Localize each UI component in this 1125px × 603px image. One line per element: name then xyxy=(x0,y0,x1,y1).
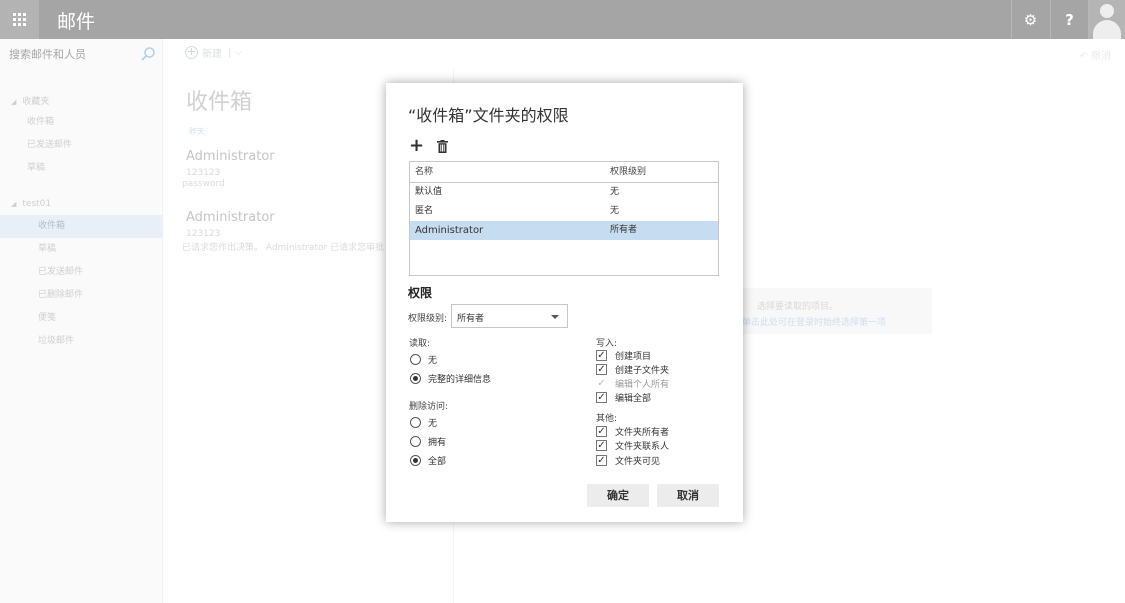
checkmark-icon: ✓ xyxy=(596,440,607,451)
table-row[interactable]: 匿名 无 xyxy=(410,202,718,221)
checkmark-icon: ✓ xyxy=(596,350,607,361)
cancel-button[interactable]: 取消 xyxy=(657,484,719,507)
permission-level-value: 所有者 xyxy=(457,314,485,324)
row-level: 无 xyxy=(610,187,620,197)
edit-own-checkbox[interactable]: ✓ 编辑个人所有 xyxy=(596,377,669,390)
edit-all-checkbox[interactable]: ✓ 编辑全部 xyxy=(596,391,651,404)
read-full-radio[interactable]: 完整的详细信息 xyxy=(410,372,491,385)
column-header-name[interactable]: 名称 xyxy=(410,162,610,182)
delete-none-radio[interactable]: 无 xyxy=(410,416,437,429)
dialog-title: “收件箱”文件夹的权限 xyxy=(408,106,569,125)
read-label: 读取: xyxy=(409,339,431,349)
user-icon xyxy=(1100,4,1114,18)
settings-button[interactable]: ⚙ xyxy=(1012,0,1049,39)
permission-level-select[interactable]: 所有者 xyxy=(451,304,568,328)
read-none-radio[interactable]: 无 xyxy=(410,353,437,366)
avatar[interactable] xyxy=(1089,0,1125,39)
create-items-checkbox[interactable]: ✓ 创建项目 xyxy=(596,349,651,362)
row-name: Administrator xyxy=(415,225,484,236)
checkmark-icon: ✓ xyxy=(596,364,607,375)
app-launcher-button[interactable] xyxy=(0,0,39,39)
gear-icon: ⚙ xyxy=(1023,10,1038,29)
checkmark-icon: ✓ xyxy=(596,392,607,403)
add-icon[interactable]: + xyxy=(409,137,424,155)
permission-level-label: 权限级别: xyxy=(408,314,448,324)
waffle-icon xyxy=(13,13,26,26)
table-row[interactable]: Administrator 所有者 xyxy=(410,221,718,240)
column-header-level[interactable]: 权限级别 xyxy=(610,162,646,182)
row-name: 匿名 xyxy=(415,206,434,216)
permissions-table: 名称 权限级别 默认值 无 匿名 无 Administrator 所有者 xyxy=(409,161,719,276)
checkmark-icon: ✓ xyxy=(596,378,607,389)
folder-visible-checkbox[interactable]: ✓ 文件夹可见 xyxy=(596,454,660,467)
delete-access-label: 删除访问: xyxy=(409,402,449,412)
ok-button[interactable]: 确定 xyxy=(587,484,649,507)
checkmark-icon: ✓ xyxy=(596,426,607,437)
folder-contact-checkbox[interactable]: ✓ 文件夹联系人 xyxy=(596,439,669,452)
app-title: 邮件 xyxy=(57,11,96,33)
checkmark-icon: ✓ xyxy=(596,455,607,466)
row-level: 无 xyxy=(610,206,620,216)
trash-icon[interactable] xyxy=(437,140,448,153)
folder-owner-checkbox[interactable]: ✓ 文件夹所有者 xyxy=(596,425,669,438)
row-level: 所有者 xyxy=(610,225,638,235)
delete-own-radio[interactable]: 拥有 xyxy=(410,435,446,448)
delete-all-radio[interactable]: 全部 xyxy=(410,454,446,467)
dropdown-arrow-icon xyxy=(551,315,559,319)
write-label: 写入: xyxy=(596,339,618,349)
permissions-section-title: 权限 xyxy=(408,286,433,300)
top-bar: 邮件 ⚙ ? xyxy=(0,0,1125,39)
help-button[interactable]: ? xyxy=(1051,0,1088,39)
table-header: 名称 权限级别 xyxy=(410,162,718,183)
other-label: 其他: xyxy=(596,414,618,424)
row-name: 默认值 xyxy=(415,187,443,197)
table-row[interactable]: 默认值 无 xyxy=(410,183,718,202)
create-subfolders-checkbox[interactable]: ✓ 创建子文件夹 xyxy=(596,363,669,376)
permissions-dialog: “收件箱”文件夹的权限 + 名称 权限级别 默认值 无 匿名 无 Adminis… xyxy=(386,83,743,522)
help-icon: ? xyxy=(1065,10,1074,29)
